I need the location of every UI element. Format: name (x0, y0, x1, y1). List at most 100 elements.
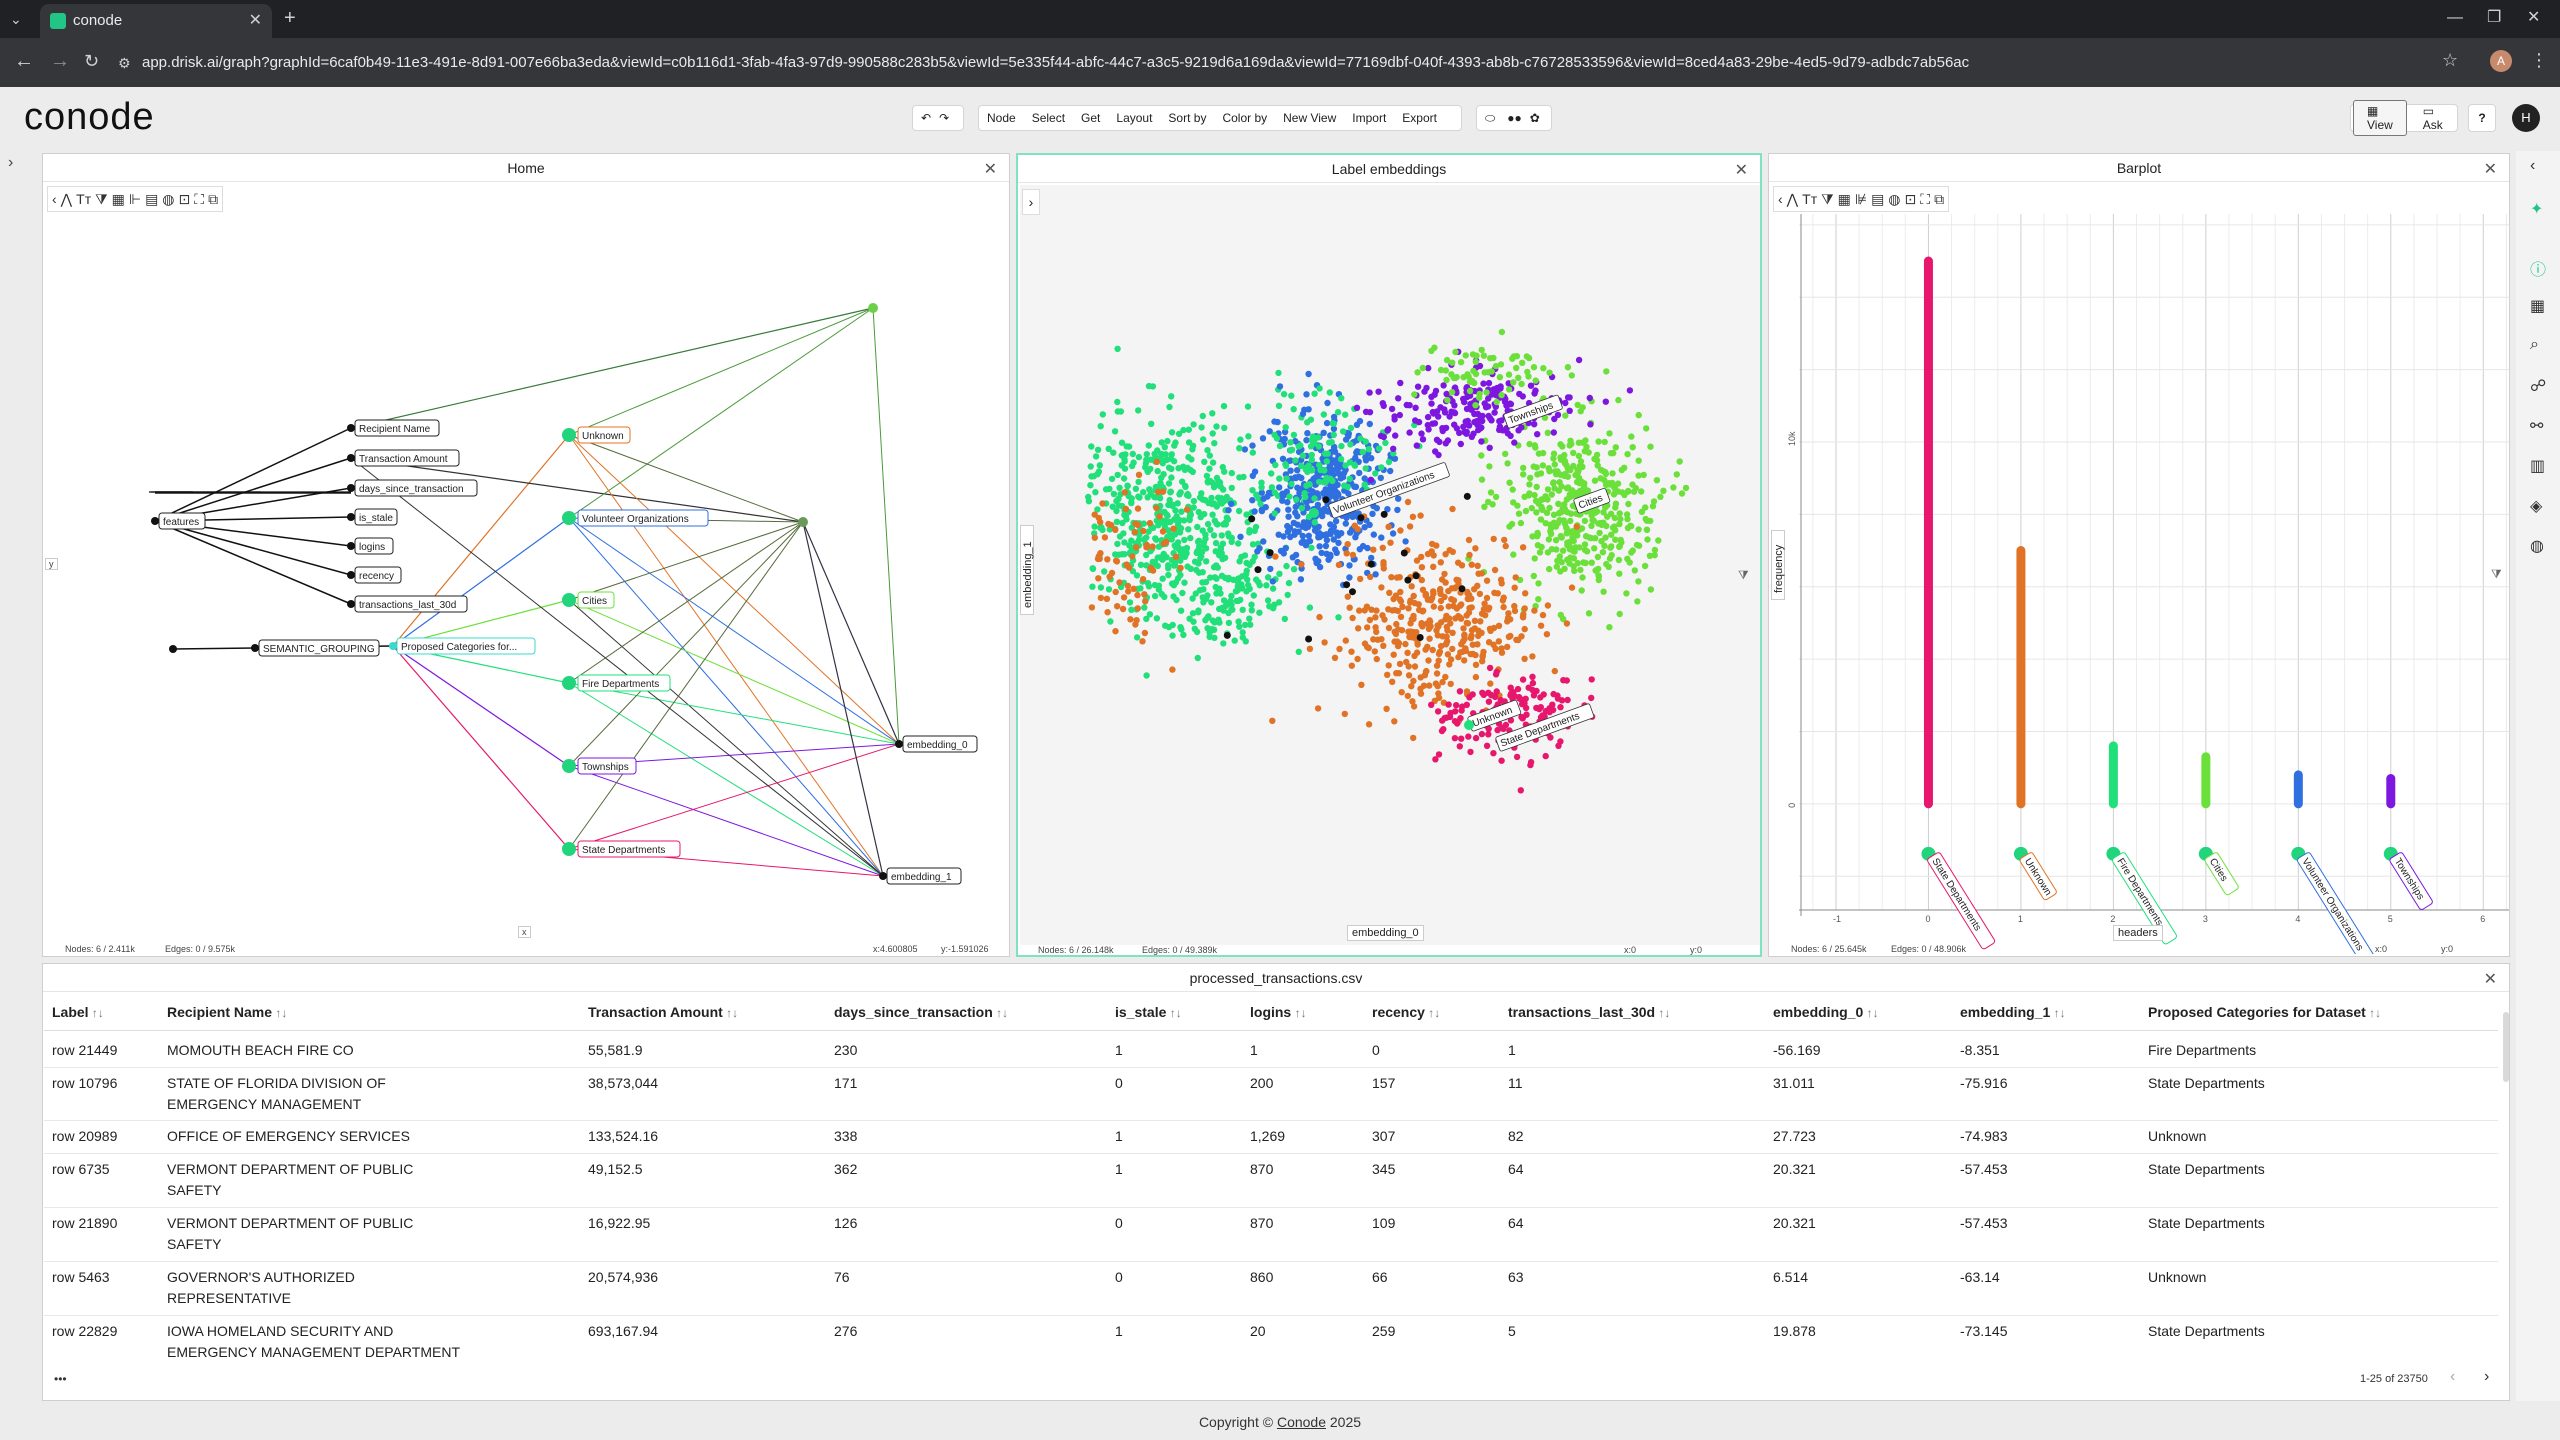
table-scrollbar[interactable] (2503, 1012, 2509, 1082)
graph-node-townships[interactable]: Townships (562, 757, 637, 775)
column-header-recipient-name[interactable]: Recipient Name ↑↓ (167, 1004, 287, 1020)
graph-node-state[interactable]: State Departments (562, 840, 681, 858)
x-axis-toggle[interactable]: x (518, 926, 531, 938)
info-icon[interactable]: ⓘ (2530, 256, 2546, 280)
grid-layout-icon[interactable]: ▦ (1838, 191, 1851, 208)
graph-node-is-stale[interactable]: is_stale (347, 508, 398, 526)
redo-icon[interactable]: ↷ (939, 111, 949, 125)
grid-off-icon[interactable]: ⊯ (1855, 191, 1867, 208)
table-more-button[interactable]: ••• (54, 1372, 67, 1386)
calendar-icon[interactable]: ▤ (1871, 191, 1884, 208)
tab-list-chevron-icon[interactable]: ⌄ (10, 9, 22, 29)
table-close-icon[interactable]: ✕ (2484, 969, 2497, 989)
globe-icon[interactable]: ◍ (2530, 536, 2544, 556)
palette-icon[interactable]: ✿ (1526, 111, 1544, 125)
undo-icon[interactable]: ↶ (913, 111, 939, 125)
help-button[interactable]: ? (2468, 104, 2496, 132)
graph-node-semantic-grouping[interactable]: SEMANTIC_GROUPING (251, 639, 380, 657)
graph-node-embedding-0[interactable]: embedding_0 (895, 735, 978, 753)
page-next-icon[interactable]: › (2484, 1368, 2489, 1386)
barplot-chart[interactable]: -1 0 1 2 3 4 5 6010kState Departments Unknown Fir… (1769, 154, 2510, 954)
graph-icon[interactable]: ☍ (2530, 376, 2546, 396)
column-header-transactions-last-30d[interactable]: transactions_last_30d ↑↓ (1508, 1004, 1670, 1020)
table-icon[interactable]: ▦ (2530, 296, 2545, 316)
toolbar-node[interactable]: Node (979, 111, 1024, 125)
embedding-scatter[interactable]: TownshipsVolunteer Organizations CitiesUn… (1018, 155, 1762, 955)
column-header-recency[interactable]: recency ↑↓ (1372, 1004, 1440, 1020)
sort-arrows-icon[interactable]: ↑↓ (89, 1006, 104, 1020)
table-row[interactable] (44, 1036, 2498, 1046)
column-header-proposed-categories-for-dataset[interactable]: Proposed Categories for Dataset ↑↓ (2148, 1004, 2381, 1020)
sort-arrows-icon[interactable]: ↑↓ (1425, 1006, 1440, 1020)
export-layout-icon[interactable]: ⧉ (1934, 191, 1944, 208)
column-header-label[interactable]: Label ↑↓ (52, 1004, 104, 1020)
toolbar-export[interactable]: Export (1394, 111, 1445, 125)
graph-node-hub[interactable] (798, 517, 808, 527)
browser-profile-avatar[interactable]: A (2490, 50, 2512, 72)
graph-node-days-since-transaction[interactable]: days_since_transaction (347, 479, 478, 497)
graph-node-top[interactable] (868, 303, 878, 313)
layers-icon[interactable]: ◈ (2530, 496, 2542, 516)
restore-window-icon[interactable]: ❐ (2487, 8, 2501, 28)
bar-chart-icon[interactable]: ▥ (2530, 456, 2545, 476)
collapse-chevron-icon[interactable]: ‹ (1778, 191, 1783, 207)
focus-icon[interactable]: ⊡ (1905, 191, 1917, 208)
url-field[interactable]: app.drisk.ai/graph?graphId=6caf0b49-11e3… (142, 48, 2442, 78)
graph-node-fire[interactable]: Fire Departments (562, 674, 671, 692)
search-document-icon[interactable]: ⌕ (2530, 336, 2539, 354)
footer-conode-link[interactable]: Conode (1277, 1414, 1326, 1430)
filter-icon[interactable]: ⧩ (1821, 191, 1834, 208)
graph-node-features[interactable]: features (151, 512, 206, 530)
view-button[interactable]: ▦ View (2353, 100, 2407, 136)
graph-node-proposed-categories[interactable]: Proposed Categories for... (389, 637, 536, 655)
forward-arrow-icon[interactable]: → (50, 51, 70, 71)
column-header-logins[interactable]: logins ↑↓ (1250, 1004, 1307, 1020)
toolbar-layout[interactable]: Layout (1108, 111, 1160, 125)
toolbar-select[interactable]: Select (1024, 111, 1073, 125)
graph-node-logins[interactable]: logins (347, 537, 394, 555)
sort-arrows-icon[interactable]: ↑↓ (2366, 1006, 2381, 1020)
text-size-icon[interactable]: Tт (1802, 191, 1817, 207)
close-window-icon[interactable]: ✕ (2527, 8, 2540, 28)
reload-icon[interactable]: ↻ (84, 51, 99, 71)
minimize-window-icon[interactable]: — (2447, 8, 2463, 28)
y-axis-toggle[interactable]: y (45, 558, 58, 570)
browser-menu-icon[interactable]: ⋮ (2530, 50, 2548, 70)
home-graph-canvas[interactable]: features Recipient Name Transaction Amount… (43, 154, 1010, 934)
toolbar-color-by[interactable]: Color by (1214, 111, 1275, 125)
graph-node-root-dot[interactable] (169, 645, 177, 653)
graph-node-transactions-last-30d[interactable]: transactions_last_30d (347, 595, 468, 613)
sort-arrows-icon[interactable]: ↑↓ (723, 1006, 738, 1020)
toolbar-import[interactable]: Import (1344, 111, 1394, 125)
globe-icon[interactable]: ◍ (1888, 191, 1900, 208)
graph-node-recipient-name[interactable]: Recipient Name (347, 419, 440, 437)
bookmark-star-icon[interactable]: ☆ (2442, 50, 2458, 70)
page-prev-icon[interactable]: ‹ (2450, 1368, 2455, 1386)
bar-filter-icon[interactable]: ⧩ (2491, 567, 2502, 582)
toolbar-sort-by[interactable]: Sort by (1160, 111, 1214, 125)
new-tab-icon[interactable]: + (284, 8, 296, 28)
graph-node-recency[interactable]: recency (347, 566, 402, 584)
sort-arrows-icon[interactable]: ↑↓ (2050, 1006, 2066, 1020)
sort-arrows-icon[interactable]: ↑↓ (272, 1006, 287, 1020)
sort-arrows-icon[interactable]: ↑↓ (1291, 1006, 1307, 1020)
browser-tab[interactable]: conode ✕ (40, 4, 272, 38)
tab-close-icon[interactable]: ✕ (249, 10, 262, 30)
edge-style-icon[interactable]: ⋀ (1787, 191, 1798, 208)
user-avatar[interactable]: H (2512, 104, 2540, 132)
column-header-embedding-1[interactable]: embedding_1 ↑↓ (1960, 1004, 2066, 1020)
graph-node-cities[interactable]: Cities (562, 591, 615, 609)
sort-arrows-icon[interactable]: ↑↓ (1166, 1006, 1182, 1020)
sort-arrows-icon[interactable]: ↑↓ (1863, 1006, 1879, 1020)
graph-node-volunteer[interactable]: Volunteer Organizations (562, 509, 709, 527)
graph-node-unknown[interactable]: Unknown (562, 426, 631, 444)
column-header-days-since-transaction[interactable]: days_since_transaction ↑↓ (834, 1004, 1008, 1020)
embedding-label-unknown[interactable]: Unknown (1467, 699, 1522, 732)
embed-filter-icon[interactable]: ⧩ (1738, 568, 1749, 583)
sort-arrows-icon[interactable]: ↑↓ (993, 1006, 1008, 1020)
sort-arrows-icon[interactable]: ↑↓ (1655, 1006, 1670, 1020)
fit-screen-icon[interactable]: ⛶ (1920, 191, 1930, 208)
link-toggle-icon[interactable]: ●● (1503, 111, 1526, 125)
ask-button[interactable]: ▭ Ask (2407, 104, 2459, 132)
column-header-is-stale[interactable]: is_stale ↑↓ (1115, 1004, 1182, 1020)
